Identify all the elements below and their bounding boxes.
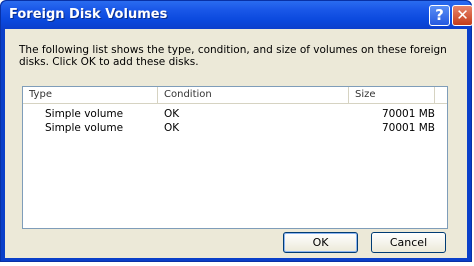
cell-type: Simple volume	[45, 122, 124, 134]
cancel-button[interactable]: Cancel	[371, 232, 446, 253]
column-header-condition[interactable]: Condition	[158, 87, 349, 103]
column-header-size[interactable]: Size	[349, 87, 435, 103]
foreign-disk-volumes-dialog: Foreign Disk Volumes ? ✕ The following l…	[0, 0, 473, 262]
description-text: The following list shows the type, condi…	[19, 44, 447, 68]
list-item[interactable]: Simple volume OK 70001 MB	[23, 107, 447, 121]
cell-size: 70001 MB	[381, 122, 435, 134]
dialog-title: Foreign Disk Volumes	[9, 7, 168, 22]
cell-type: Simple volume	[45, 108, 124, 120]
list-header: Type Condition Size	[23, 87, 447, 104]
close-button[interactable]: ✕	[452, 5, 473, 26]
ok-button[interactable]: OK	[283, 232, 358, 253]
list-item[interactable]: Simple volume OK 70001 MB	[23, 121, 447, 135]
cell-size: 70001 MB	[381, 108, 435, 120]
cell-condition: OK	[164, 108, 180, 120]
dialog-body: The following list shows the type, condi…	[5, 29, 467, 258]
volume-list[interactable]: Type Condition Size Simple volume OK 700…	[22, 86, 448, 229]
title-bar[interactable]: Foreign Disk Volumes ? ✕	[1, 1, 473, 29]
help-button[interactable]: ?	[429, 5, 450, 26]
cell-condition: OK	[164, 122, 180, 134]
column-header-type[interactable]: Type	[23, 87, 158, 103]
